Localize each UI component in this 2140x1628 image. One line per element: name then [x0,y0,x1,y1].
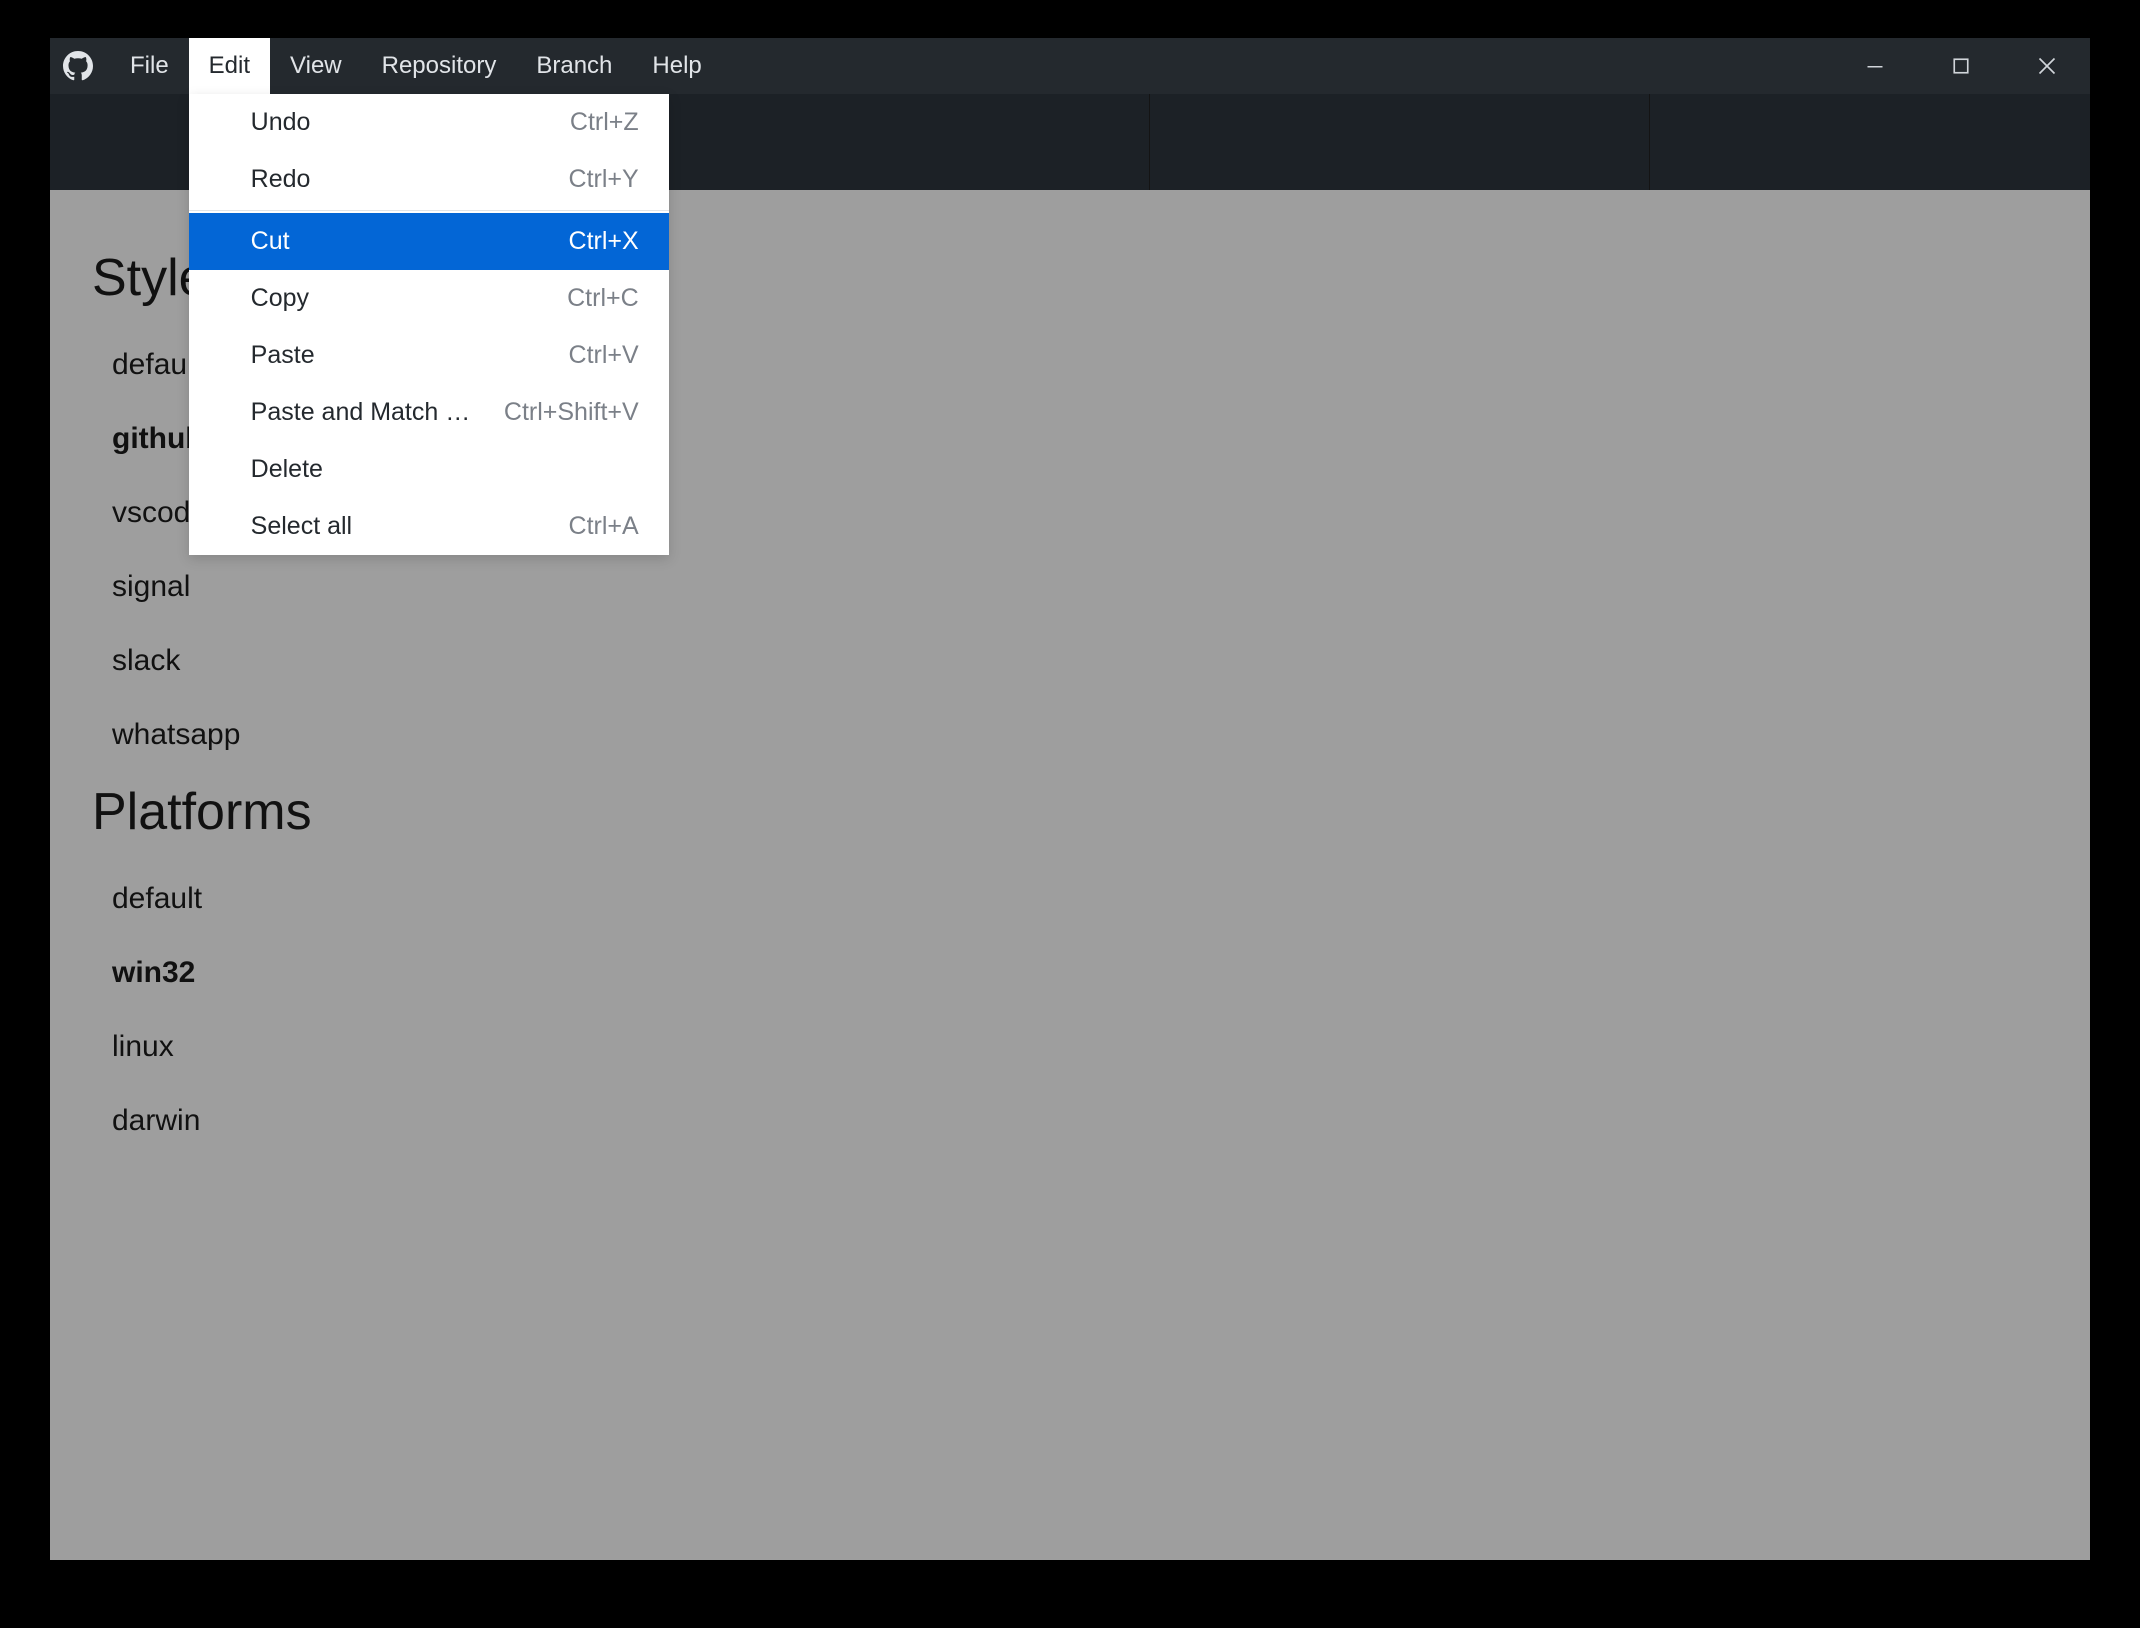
menu-item-shortcut: Ctrl+V [569,341,639,370]
menu-help[interactable]: Help [632,38,721,94]
menu-item-label: Cut [251,227,290,256]
list-item[interactable]: linux [112,1010,2048,1084]
section-heading-platforms: Platforms [92,782,2048,842]
menu-item-label: Paste and Match … [251,398,471,427]
menu-item-shortcut: Ctrl+Z [570,108,639,137]
menu-file[interactable]: File [110,38,189,94]
toolbar-sync-section[interactable] [1150,94,1650,190]
menu-item-shortcut: Ctrl+C [567,284,639,313]
menu-undo[interactable]: Undo Ctrl+Z [189,94,669,151]
github-logo-icon [60,48,96,84]
menu-item-shortcut: Ctrl+A [569,512,639,541]
list-item[interactable]: signal [112,550,2048,624]
menu-item-shortcut: Ctrl+X [569,227,639,256]
menu-paste-match-style[interactable]: Paste and Match … Ctrl+Shift+V [189,384,669,441]
maximize-button[interactable] [1918,38,2004,94]
menu-label: View [290,52,342,80]
menu-label: Help [652,52,701,80]
menu-redo[interactable]: Redo Ctrl+Y [189,151,669,208]
menu-bar: File Edit Undo Ctrl+Z Redo Ctrl+Y Cut [110,38,722,94]
menu-item-label: Delete [251,455,323,484]
list-item[interactable]: whatsapp [112,698,2048,772]
toolbar-end-section[interactable] [1650,94,2090,190]
edit-dropdown: Undo Ctrl+Z Redo Ctrl+Y Cut Ctrl+X Copy [189,94,669,555]
menu-edit[interactable]: Edit Undo Ctrl+Z Redo Ctrl+Y Cut Ctrl+X [189,38,270,94]
menu-label: File [130,52,169,80]
list-item[interactable]: darwin [112,1084,2048,1158]
menu-repository[interactable]: Repository [362,38,517,94]
minimize-button[interactable] [1832,38,1918,94]
menu-view[interactable]: View [270,38,362,94]
menu-item-shortcut: Ctrl+Y [569,165,639,194]
list-item[interactable]: slack [112,624,2048,698]
menu-item-label: Redo [251,165,311,194]
menu-item-label: Select all [251,512,352,541]
menu-copy[interactable]: Copy Ctrl+C [189,270,669,327]
close-button[interactable] [2004,38,2090,94]
menu-item-shortcut: Ctrl+Shift+V [504,398,639,427]
menu-select-all[interactable]: Select all Ctrl+A [189,498,669,555]
menu-divider [189,210,669,211]
menu-item-label: Paste [251,341,315,370]
platforms-list: default win32 linux darwin [92,862,2048,1158]
menu-delete[interactable]: Delete [189,441,669,498]
app-window: File Edit Undo Ctrl+Z Redo Ctrl+Y Cut [50,38,2090,1560]
menu-label: Branch [536,52,612,80]
menu-paste[interactable]: Paste Ctrl+V [189,327,669,384]
menu-label: Repository [382,52,497,80]
titlebar: File Edit Undo Ctrl+Z Redo Ctrl+Y Cut [50,38,2090,94]
menu-branch[interactable]: Branch [516,38,632,94]
menu-cut[interactable]: Cut Ctrl+X [189,213,669,270]
menu-label: Edit [209,52,250,80]
menu-item-label: Undo [251,108,311,137]
list-item[interactable]: win32 [112,936,2048,1010]
toolbar-branch-section[interactable] [588,94,1150,190]
menu-item-label: Copy [251,284,309,313]
list-item[interactable]: default [112,862,2048,936]
window-controls [1832,38,2090,94]
